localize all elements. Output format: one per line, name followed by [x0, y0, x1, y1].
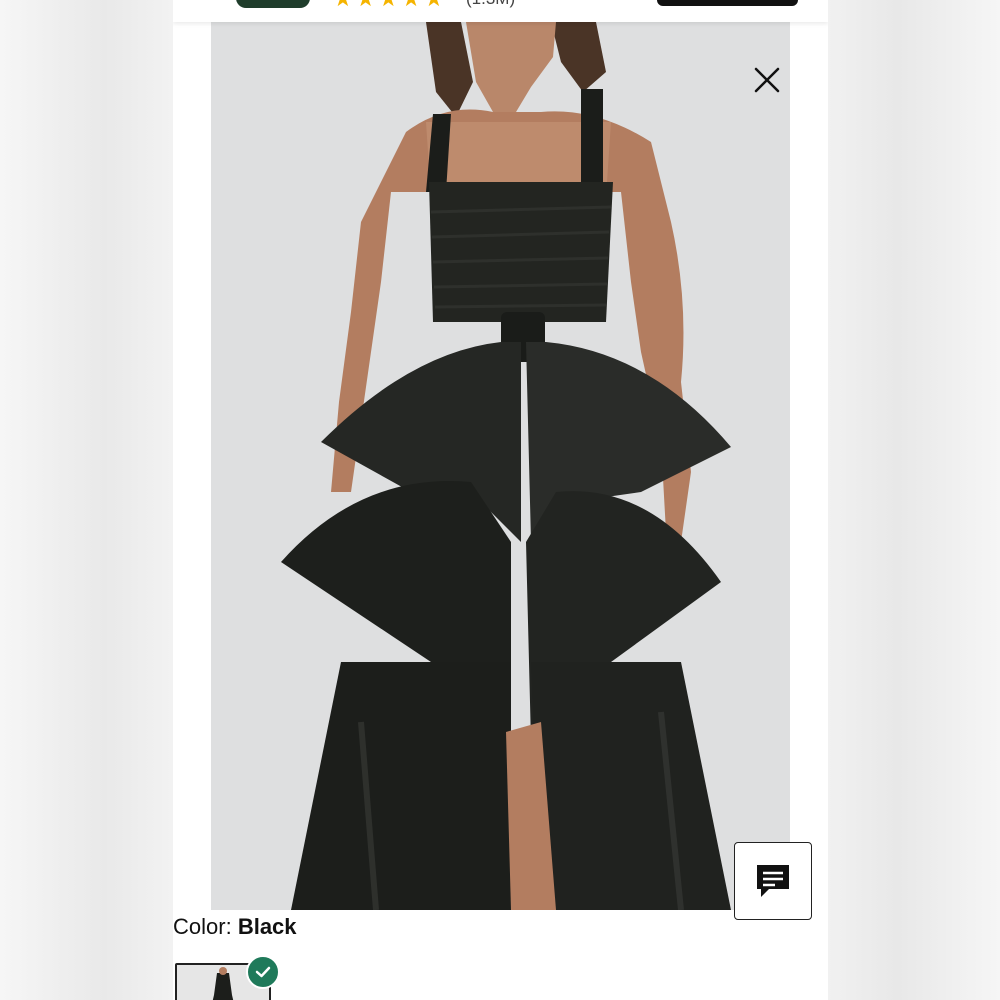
right-background	[828, 0, 1000, 1000]
star-icon: ★	[356, 0, 376, 10]
star-icon: ★	[378, 0, 398, 10]
product-image[interactable]	[211, 22, 790, 910]
close-icon	[754, 67, 780, 93]
chat-button[interactable]	[734, 842, 812, 920]
review-count: (1.3M)	[466, 0, 515, 10]
star-icon: ★	[424, 0, 444, 10]
product-screen: ★ ★ ★ ★ ★ (1.3M)	[173, 0, 828, 1000]
top-bar: ★ ★ ★ ★ ★ (1.3M)	[173, 0, 828, 22]
star-icon: ★	[401, 0, 421, 10]
color-value: Black	[237, 914, 297, 939]
left-background	[0, 0, 173, 1000]
star-icon: ★	[333, 0, 353, 10]
brand-badge[interactable]	[236, 0, 310, 8]
close-button[interactable]	[751, 64, 783, 96]
install-button[interactable]	[657, 0, 798, 6]
rating-stars: ★ ★ ★ ★ ★	[333, 0, 444, 10]
check-icon	[255, 966, 271, 978]
color-selector-label: Color: Black	[173, 914, 297, 940]
color-label: Color:	[173, 914, 232, 939]
product-photo	[281, 22, 731, 910]
chat-icon	[757, 865, 789, 897]
selected-check-badge	[246, 955, 280, 989]
